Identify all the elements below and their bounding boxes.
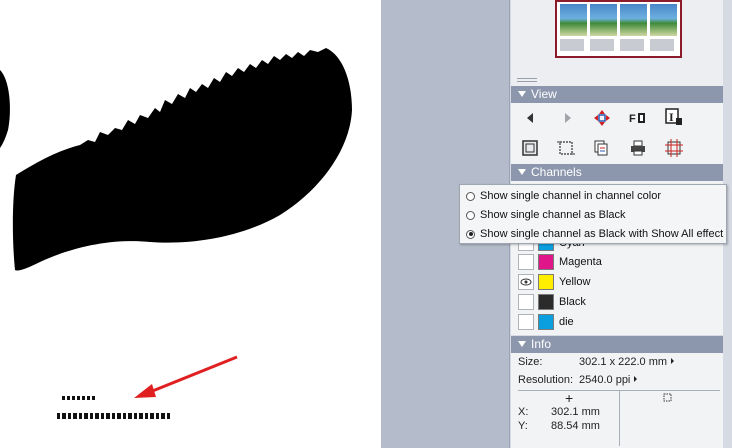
left-edge-shape: [0, 70, 10, 148]
submenu-arrow-icon: [634, 376, 638, 382]
crosshair-icon: +: [565, 390, 574, 406]
crop-box-icon[interactable]: [557, 139, 575, 157]
y-value: 88.54 mm: [551, 420, 600, 432]
channel-label: Yellow: [559, 276, 591, 288]
view-section-title: View: [531, 87, 557, 101]
channel-label: Black: [559, 296, 586, 308]
radio-button-selected: [466, 229, 475, 239]
info-section-header[interactable]: Info: [511, 336, 723, 353]
view-toolbar: F I: [511, 103, 723, 164]
separation-preview: [0, 48, 352, 419]
radio-button: [466, 191, 475, 201]
channel-swatch: [538, 294, 554, 310]
black-channel-shape: [12, 48, 352, 271]
resolution-label: Resolution:: [518, 374, 574, 386]
channel-row-die[interactable]: die: [518, 313, 574, 331]
collapse-triangle-icon: [518, 91, 526, 97]
y-label: Y:: [518, 420, 528, 432]
channel-row-magenta[interactable]: Magenta: [518, 253, 602, 271]
thumbnail-text-lines: [560, 39, 677, 51]
x-value: 302.1 mm: [551, 406, 600, 418]
channel-label: die: [559, 316, 574, 328]
separations-icon[interactable]: [593, 139, 611, 157]
grid-marks-icon[interactable]: [665, 139, 683, 157]
thumbnail-area: [511, 0, 723, 86]
visibility-checkbox[interactable]: [518, 294, 534, 310]
channels-section-title: Channels: [531, 165, 582, 179]
menu-option-channel-color[interactable]: Show single channel in channel color: [466, 187, 661, 205]
annotation-arrow-head: [134, 384, 156, 398]
menu-option-as-black-show-all[interactable]: Show single channel as Black with Show A…: [466, 225, 723, 243]
previous-page-icon[interactable]: [521, 109, 539, 127]
resolution-value-wrap[interactable]: 2540.0 ppi: [579, 374, 638, 386]
menu-option-label: Show single channel as Black with Show A…: [480, 228, 724, 240]
menu-option-label: Show single channel in channel color: [480, 190, 662, 202]
move-arrows-icon[interactable]: [593, 109, 611, 127]
collapse-triangle-icon: [518, 341, 526, 347]
page-frame-icon[interactable]: [521, 139, 539, 157]
view-section-header[interactable]: View: [511, 86, 723, 103]
channels-section-header[interactable]: Channels: [511, 164, 723, 181]
channel-row-black[interactable]: Black: [518, 293, 586, 311]
svg-text:F: F: [629, 113, 636, 125]
annotation-arrow-line: [149, 355, 238, 394]
size-label: Size:: [518, 356, 543, 368]
visibility-checkbox[interactable]: [518, 254, 534, 270]
info-i-icon[interactable]: I: [665, 108, 683, 126]
channel-label: Magenta: [559, 256, 602, 268]
radio-button: [466, 210, 475, 220]
box-corner-icon: [663, 393, 672, 402]
small-text-marks: [57, 396, 170, 419]
resolution-value: 2540.0 ppi: [579, 374, 631, 386]
size-value: 302.1 x 222.0 mm: [579, 356, 668, 368]
svg-text:I: I: [669, 110, 674, 124]
channel-swatch: [538, 274, 554, 290]
visibility-checkbox[interactable]: [518, 314, 534, 330]
collapse-triangle-icon: [518, 169, 526, 175]
channel-swatch: [538, 254, 554, 270]
info-section-title: Info: [531, 337, 552, 351]
channel-swatch: [538, 314, 554, 330]
x-label: X:: [518, 406, 529, 418]
eye-icon: [520, 278, 532, 286]
size-value-wrap[interactable]: 302.1 x 222.0 mm: [579, 356, 675, 368]
menu-option-label: Show single channel as Black: [480, 209, 626, 221]
menu-option-as-black[interactable]: Show single channel as Black: [466, 206, 626, 224]
printer-icon[interactable]: [629, 139, 647, 157]
thumbnail-images: [560, 4, 677, 36]
fit-page-icon[interactable]: F: [628, 109, 646, 127]
info-panel: Size: 302.1 x 222.0 mm Resolution: 2540.…: [511, 353, 723, 448]
channel-row-yellow[interactable]: Yellow: [518, 273, 590, 291]
resize-grip[interactable]: [517, 78, 537, 82]
visibility-checkbox[interactable]: [518, 274, 534, 290]
info-divider-v: [619, 391, 620, 446]
preview-canvas[interactable]: [0, 0, 381, 448]
channel-display-menu: Show single channel in channel color Sho…: [459, 184, 727, 244]
next-page-icon[interactable]: [559, 109, 577, 127]
page-thumbnail[interactable]: [555, 0, 682, 58]
submenu-arrow-icon: [671, 358, 675, 364]
